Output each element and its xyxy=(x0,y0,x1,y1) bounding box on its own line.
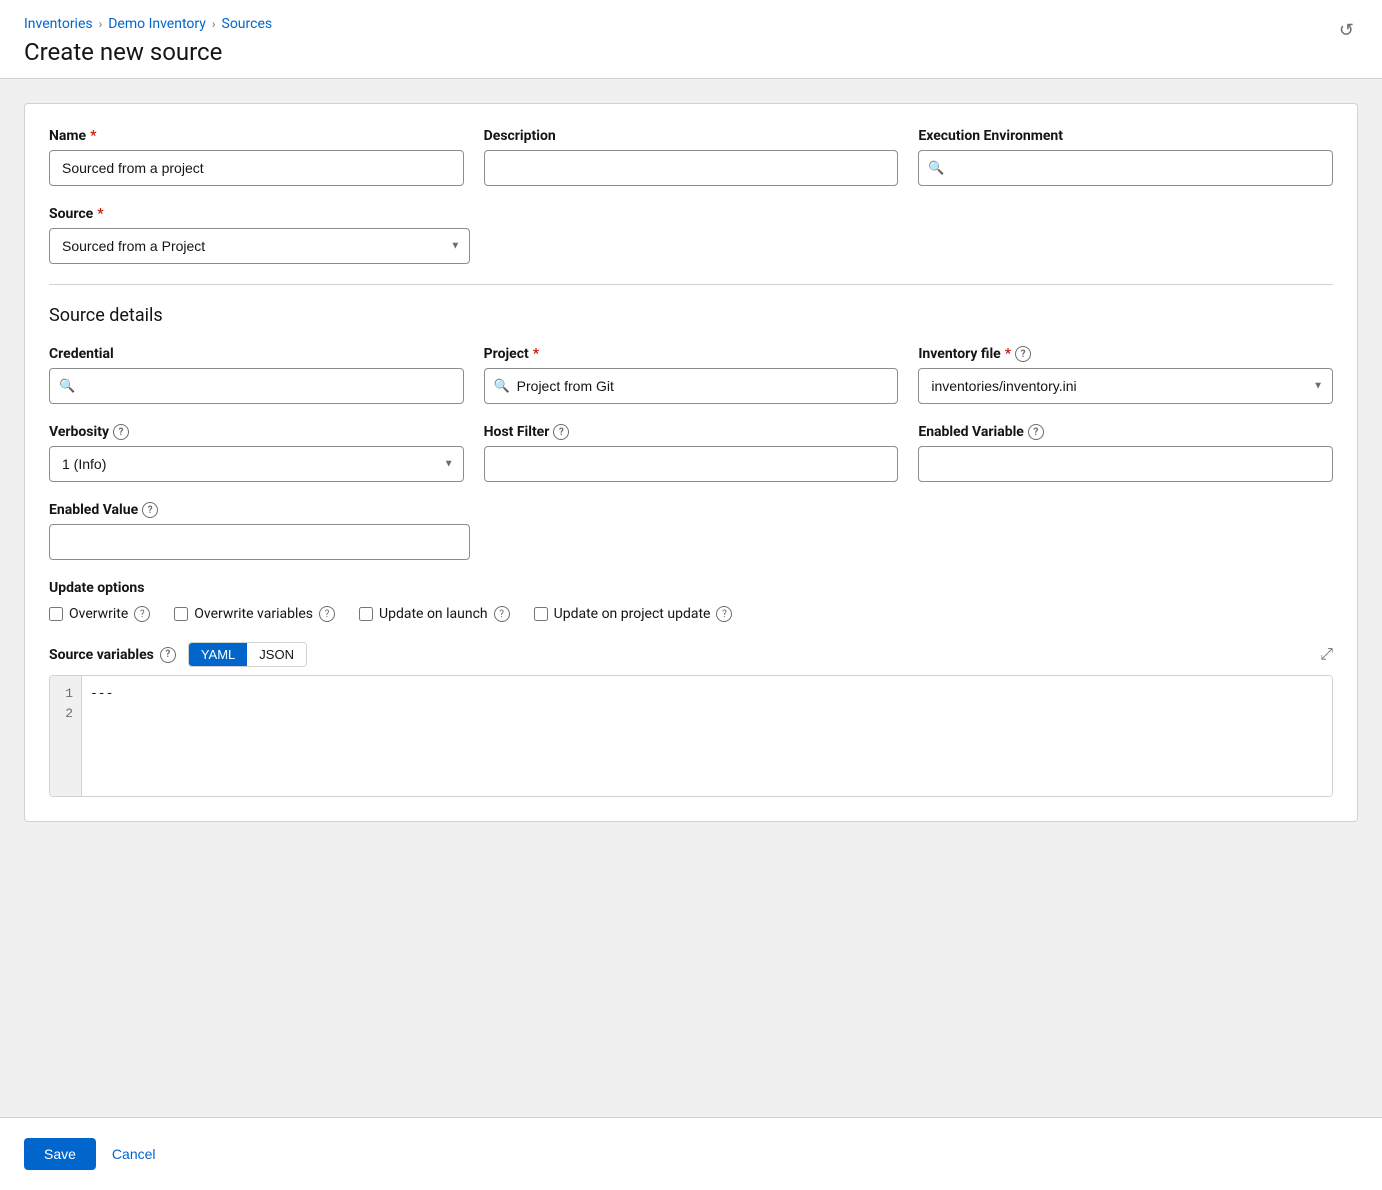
execution-env-input[interactable] xyxy=(918,150,1333,186)
overwrite-variables-checkbox-label[interactable]: Overwrite variables ? xyxy=(174,606,335,622)
code-content[interactable]: --- xyxy=(82,676,1332,796)
project-field-group: Project * 🔍 xyxy=(484,346,899,404)
project-input[interactable] xyxy=(484,368,899,404)
name-input[interactable] xyxy=(49,150,464,186)
update-on-launch-label-text: Update on launch xyxy=(379,606,488,622)
enabled-value-help-icon[interactable]: ? xyxy=(142,502,158,518)
breadcrumb-sources[interactable]: Sources xyxy=(222,16,273,32)
credential-field-group: Credential 🔍 xyxy=(49,346,464,404)
source-variables-header: Source variables ? YAML JSON ⤢ xyxy=(49,642,1333,667)
overwrite-checkbox[interactable] xyxy=(49,607,63,621)
project-required: * xyxy=(533,346,539,362)
source-details-section: Source details Credential 🔍 Project * xyxy=(49,305,1333,797)
inventory-file-required: * xyxy=(1005,346,1011,362)
project-search-wrapper: 🔍 xyxy=(484,368,899,404)
execution-env-field-group: Execution Environment 🔍 xyxy=(918,128,1333,186)
code-line-1: --- xyxy=(90,684,1324,704)
update-options-title: Update options xyxy=(49,580,1333,596)
checkboxes-row: Overwrite ? Overwrite variables ? Update… xyxy=(49,606,1333,622)
code-line-2 xyxy=(90,704,1324,724)
enabled-value-label: Enabled Value ? xyxy=(49,502,470,518)
footer-actions: Save Cancel xyxy=(0,1117,1382,1190)
overwrite-variables-label-text: Overwrite variables xyxy=(194,606,313,622)
update-on-launch-checkbox-label[interactable]: Update on launch ? xyxy=(359,606,510,622)
breadcrumb: Inventories › Demo Inventory › Sources xyxy=(24,16,272,32)
inventory-file-field-group: Inventory file * ? inventories/inventory… xyxy=(918,346,1333,404)
json-toggle-btn[interactable]: JSON xyxy=(247,643,306,666)
source-variables-label: Source variables ? xyxy=(49,647,176,663)
overwrite-label-text: Overwrite xyxy=(69,606,128,622)
enabled-variable-help-icon[interactable]: ? xyxy=(1028,424,1044,440)
history-button[interactable]: ↺ xyxy=(1335,16,1358,45)
enabled-variable-field-group: Enabled Variable ? xyxy=(918,424,1333,482)
code-editor-inner: 1 2 --- xyxy=(50,676,1332,796)
host-filter-help-icon[interactable]: ? xyxy=(553,424,569,440)
breadcrumb-demo-inventory[interactable]: Demo Inventory xyxy=(108,16,206,32)
update-on-project-update-checkbox-label[interactable]: Update on project update ? xyxy=(534,606,733,622)
inventory-file-label: Inventory file * ? xyxy=(918,346,1333,362)
name-field-group: Name * xyxy=(49,128,464,186)
source-variables-toggle-group: YAML JSON xyxy=(188,642,307,667)
update-on-project-update-label-text: Update on project update xyxy=(554,606,711,622)
verbosity-label: Verbosity ? xyxy=(49,424,464,440)
enabled-variable-input[interactable] xyxy=(918,446,1333,482)
cancel-button[interactable]: Cancel xyxy=(108,1138,160,1170)
overwrite-variables-help-icon[interactable]: ? xyxy=(319,606,335,622)
name-label: Name * xyxy=(49,128,464,144)
enabled-value-input[interactable] xyxy=(49,524,470,560)
verbosity-field-group: Verbosity ? 1 (Info) xyxy=(49,424,464,482)
yaml-toggle-btn[interactable]: YAML xyxy=(189,643,247,666)
execution-env-label: Execution Environment xyxy=(918,128,1333,144)
overwrite-variables-checkbox[interactable] xyxy=(174,607,188,621)
line-number-1: 1 xyxy=(58,684,73,704)
host-filter-label: Host Filter ? xyxy=(484,424,899,440)
verbosity-help-icon[interactable]: ? xyxy=(113,424,129,440)
breadcrumb-sep-2: › xyxy=(212,17,216,31)
enabled-variable-label: Enabled Variable ? xyxy=(918,424,1333,440)
project-label: Project * xyxy=(484,346,899,362)
code-editor: 1 2 --- xyxy=(49,675,1333,797)
execution-env-search-wrapper: 🔍 xyxy=(918,150,1333,186)
credential-label: Credential xyxy=(49,346,464,362)
save-button[interactable]: Save xyxy=(24,1138,96,1170)
inventory-file-select[interactable]: inventories/inventory.ini xyxy=(918,368,1333,404)
credential-input[interactable] xyxy=(49,368,464,404)
inventory-file-select-wrapper: inventories/inventory.ini xyxy=(918,368,1333,404)
line-numbers: 1 2 xyxy=(50,676,82,796)
verbosity-select-wrapper: 1 (Info) xyxy=(49,446,464,482)
source-select-wrapper: Sourced from a Project xyxy=(49,228,470,264)
description-label: Description xyxy=(484,128,899,144)
update-options-section: Update options Overwrite ? Overwrite var… xyxy=(49,580,1333,622)
credential-search-wrapper: 🔍 xyxy=(49,368,464,404)
source-details-title: Source details xyxy=(49,305,1333,326)
host-filter-input[interactable] xyxy=(484,446,899,482)
update-on-project-update-checkbox[interactable] xyxy=(534,607,548,621)
update-on-project-update-help-icon[interactable]: ? xyxy=(716,606,732,622)
verbosity-select[interactable]: 1 (Info) xyxy=(49,446,464,482)
history-icon: ↺ xyxy=(1339,20,1354,40)
source-required: * xyxy=(97,206,103,222)
breadcrumb-sep-1: › xyxy=(99,17,103,31)
breadcrumb-inventories[interactable]: Inventories xyxy=(24,16,93,32)
overwrite-checkbox-label[interactable]: Overwrite ? xyxy=(49,606,150,622)
source-variables-section: Source variables ? YAML JSON ⤢ xyxy=(49,642,1333,797)
line-number-2: 2 xyxy=(58,704,73,724)
source-field-group: Source * Sourced from a Project xyxy=(49,206,470,264)
name-required: * xyxy=(90,128,96,144)
expand-button[interactable]: ⤢ xyxy=(1320,646,1333,664)
host-filter-field-group: Host Filter ? xyxy=(484,424,899,482)
update-on-launch-help-icon[interactable]: ? xyxy=(494,606,510,622)
inventory-file-help-icon[interactable]: ? xyxy=(1015,346,1031,362)
section-divider-1 xyxy=(49,284,1333,285)
overwrite-help-icon[interactable]: ? xyxy=(134,606,150,622)
description-field-group: Description xyxy=(484,128,899,186)
description-input[interactable] xyxy=(484,150,899,186)
source-select[interactable]: Sourced from a Project xyxy=(49,228,470,264)
source-variables-help-icon[interactable]: ? xyxy=(160,647,176,663)
source-label: Source * xyxy=(49,206,470,222)
update-on-launch-checkbox[interactable] xyxy=(359,607,373,621)
enabled-value-field-group: Enabled Value ? xyxy=(49,502,470,560)
page-title: Create new source xyxy=(24,38,272,66)
